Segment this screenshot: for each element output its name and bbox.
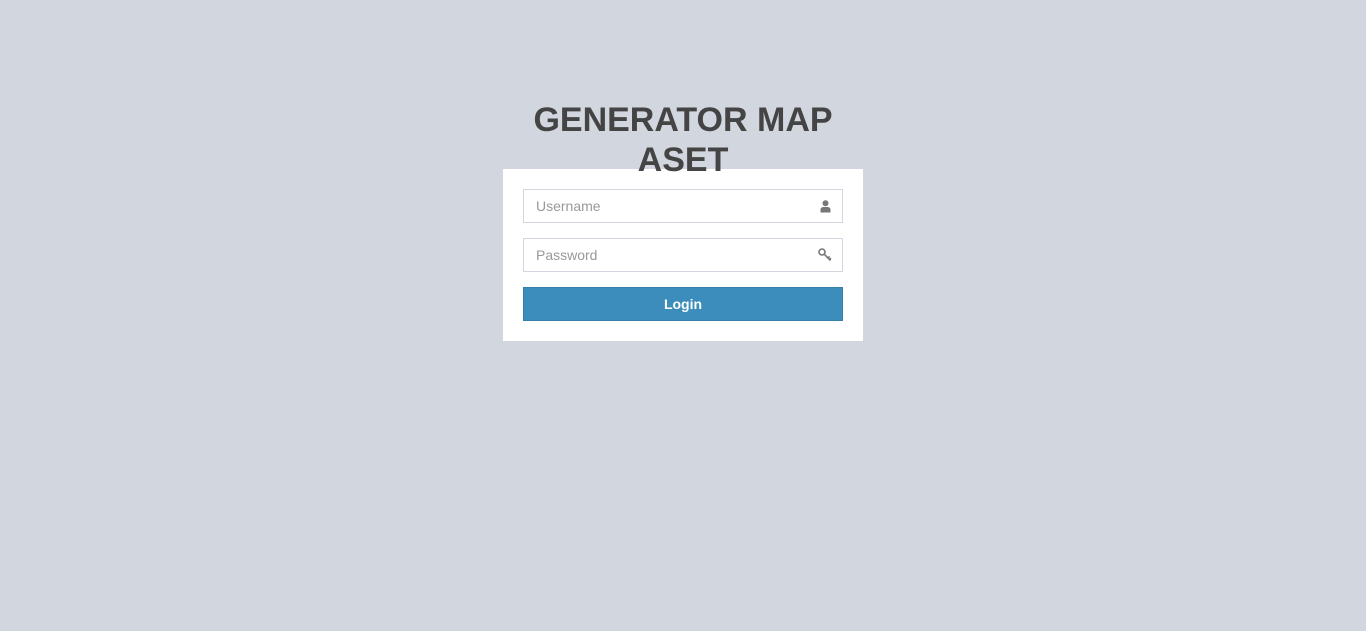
key-icon	[817, 247, 833, 263]
username-input[interactable]	[523, 189, 843, 223]
login-container: GENERATOR MAP ASET Login	[503, 0, 863, 341]
password-field-group	[523, 238, 843, 272]
login-box: Login	[503, 169, 863, 341]
login-button[interactable]: Login	[523, 287, 843, 321]
page-title: GENERATOR MAP ASET	[533, 101, 833, 179]
user-icon	[817, 198, 833, 214]
password-input[interactable]	[523, 238, 843, 272]
username-field-group	[523, 189, 843, 223]
